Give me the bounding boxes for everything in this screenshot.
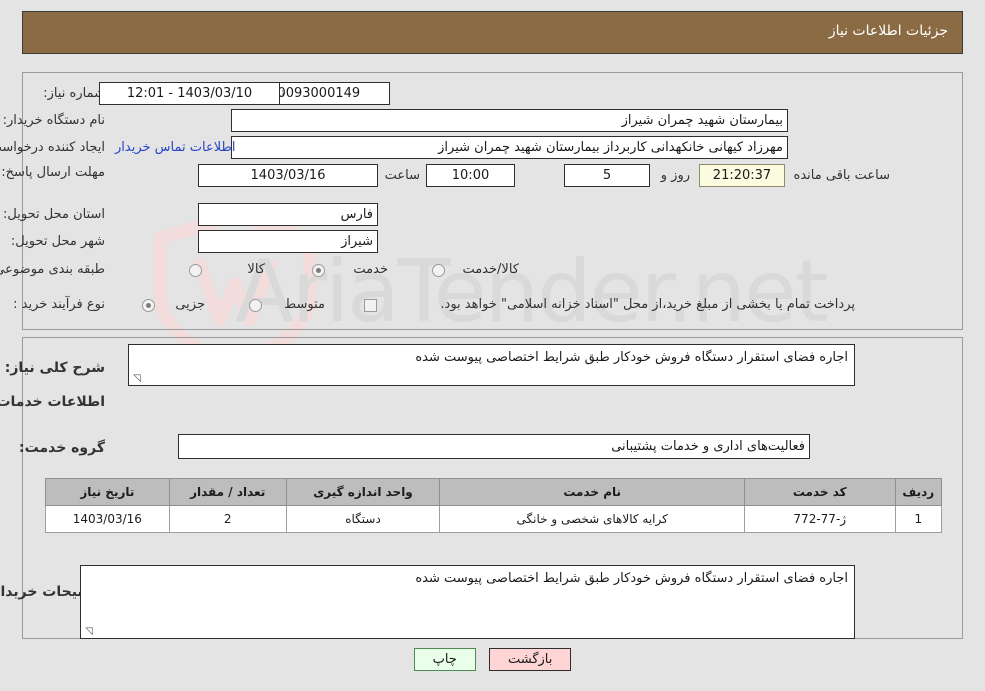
deadline-countdown-value: 21:20:37 <box>699 164 785 187</box>
need-description-value: اجاره فضای استقرار دستگاه فروش خودکار طب… <box>415 350 848 365</box>
table-header-row: ردیف کد خدمت نام خدمت واحد اندازه گیری ت… <box>45 478 943 506</box>
purchase-process-radio-motevaset[interactable] <box>249 299 262 312</box>
buyer-org-label: نام دستگاه خریدار: <box>2 113 105 128</box>
print-button[interactable]: چاپ <box>413 648 476 671</box>
service-group-label: گروه خدمت: <box>19 440 105 456</box>
category-radio-kala-khedmat[interactable] <box>432 264 445 277</box>
category-radio-khedmat[interactable] <box>312 264 325 277</box>
purchase-process-radio-jozii[interactable] <box>142 299 155 312</box>
back-button[interactable]: بازگشت <box>488 648 572 671</box>
table-row: 1 ژ-77-772 کرایه کالاهای شخصی و خانگی دس… <box>45 505 943 533</box>
city-label: شهر محل تحویل: <box>10 234 105 249</box>
page-title: جزئیات اطلاعات نیاز <box>828 23 948 39</box>
column-header-quantity: تعداد / مقدار <box>168 478 287 506</box>
category-option-khedmat[interactable]: خدمت <box>353 262 388 277</box>
category-option-kala[interactable]: کالا <box>247 262 265 277</box>
button-bar: بازگشت چاپ <box>0 648 985 671</box>
buyer-contact-link[interactable]: اطلاعات تماس خریدار <box>115 140 235 155</box>
page-header: جزئیات اطلاعات نیاز <box>22 11 963 54</box>
city-value: شیراز <box>198 230 378 253</box>
need-number-label: شماره نیاز: <box>43 86 105 101</box>
category-label: طبقه بندی موضوعی: <box>0 262 105 277</box>
purchase-process-option-motevaset[interactable]: متوسط <box>284 297 325 312</box>
request-creator-label: ایجاد کننده درخواست: <box>0 140 105 155</box>
public-announcement-value: 1403/03/10 - 12:01 <box>99 82 280 105</box>
purchase-process-label: نوع فرآیند خرید : <box>13 297 105 312</box>
column-header-service-name: نام خدمت <box>439 478 745 506</box>
deadline-days-value: 5 <box>564 164 650 187</box>
items-table: ردیف کد خدمت نام خدمت واحد اندازه گیری ت… <box>45 478 943 533</box>
category-radio-kala[interactable] <box>189 264 202 277</box>
request-creator-value: مهرزاد کیهانی خانکهدانی کاربرداز بیمارست… <box>231 136 788 159</box>
province-label: استان محل تحویل: <box>3 207 105 222</box>
buyer-org-value: بیمارستان شهید چمران شیراز <box>231 109 788 132</box>
deadline-remaining-label: ساعت باقی مانده <box>793 168 890 183</box>
cell-row-no: 1 <box>894 505 943 533</box>
resize-grip-icon[interactable]: ◹ <box>131 374 141 384</box>
column-header-row-no: ردیف <box>894 478 943 506</box>
deadline-date-value: 1403/03/16 <box>198 164 378 187</box>
deadline-hour-label: ساعت <box>384 168 420 183</box>
buyer-notes-textarea[interactable]: اجاره فضای استقرار دستگاه فروش خودکار طب… <box>80 565 855 639</box>
deadline-days-label: روز و <box>660 168 690 183</box>
cell-unit: دستگاه <box>285 505 441 533</box>
province-value: فارس <box>198 203 378 226</box>
services-section-heading: اطلاعات خدمات مورد نیاز <box>0 394 105 410</box>
need-description-textarea[interactable]: اجاره فضای استقرار دستگاه فروش خودکار طب… <box>128 344 855 386</box>
treasury-documents-label: پرداخت تمام یا بخشی از مبلغ خرید،از محل … <box>440 297 855 312</box>
buyer-notes-value: اجاره فضای استقرار دستگاه فروش خودکار طب… <box>415 571 848 586</box>
column-header-unit: واحد اندازه گیری <box>285 478 441 506</box>
service-group-value: فعالیت‌های اداری و خدمات پشتیبانی <box>178 434 810 459</box>
deadline-hour-value: 10:00 <box>426 164 515 187</box>
cell-service-code: ژ-77-772 <box>743 505 896 533</box>
cell-quantity: 2 <box>168 505 287 533</box>
cell-need-date: 1403/03/16 <box>45 505 170 533</box>
purchase-process-option-jozii[interactable]: جزیی <box>175 297 205 312</box>
cell-service-name: کرایه کالاهای شخصی و خانگی <box>439 505 745 533</box>
resize-grip-icon[interactable]: ◹ <box>83 627 93 637</box>
need-description-label: شرح کلی نیاز: <box>4 360 105 376</box>
deadline-label: مهلت ارسال پاسخ: تا تاریخ: <box>0 165 105 180</box>
category-option-kala-khedmat[interactable]: کالا/خدمت <box>462 262 519 277</box>
column-header-need-date: تاریخ نیاز <box>45 478 170 506</box>
column-header-service-code: کد خدمت <box>743 478 896 506</box>
treasury-documents-checkbox[interactable] <box>364 299 377 312</box>
